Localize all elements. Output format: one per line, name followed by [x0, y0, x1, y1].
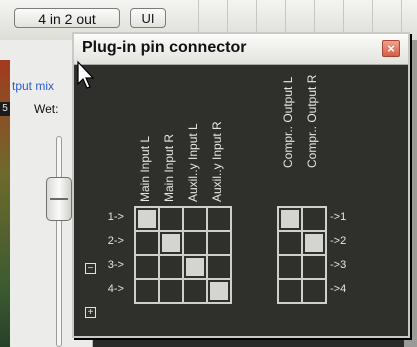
- col-label-output-r: Compr.. Output R: [305, 74, 319, 168]
- pin-cell-r1-c1[interactable]: [278, 207, 302, 231]
- pin-cell-r2-c1[interactable]: [135, 231, 159, 255]
- ui-toggle-button[interactable]: UI: [130, 8, 166, 28]
- pin-cell-r4-c1[interactable]: [278, 279, 302, 303]
- io-config-button[interactable]: 4 in 2 out: [14, 8, 120, 28]
- pin-cell-r2-c4[interactable]: [207, 231, 231, 255]
- pin-cell-r3-c1[interactable]: [135, 255, 159, 279]
- collapse-pins-button[interactable]: −: [85, 263, 96, 274]
- output-row-label-1: ->1: [330, 211, 347, 223]
- input-row-label-1: 1->: [107, 211, 124, 223]
- pin-cell-r3-c2[interactable]: [302, 255, 326, 279]
- pin-cell-r1-c3[interactable]: [183, 207, 207, 231]
- output-row-label-2: ->2: [330, 235, 347, 247]
- output-pin-matrix: [277, 206, 327, 304]
- pin-cell-r4-c3[interactable]: [183, 279, 207, 303]
- close-icon: ×: [387, 41, 395, 56]
- pin-cell-r3-c4[interactable]: [207, 255, 231, 279]
- mouse-cursor-icon: [77, 60, 95, 89]
- close-button[interactable]: ×: [382, 40, 400, 57]
- pin-cell-r3-c3[interactable]: [183, 255, 207, 279]
- dialog-titlebar[interactable]: Plug-in pin connector ×: [74, 34, 408, 65]
- pin-cell-r3-c2[interactable]: [159, 255, 183, 279]
- wet-fader-track[interactable]: [56, 136, 62, 347]
- col-label-main-input-l: Main Input L: [138, 135, 152, 202]
- minus-icon: −: [87, 263, 94, 274]
- col-label-main-input-r: Main Input R: [162, 133, 176, 202]
- pin-cell-r2-c1[interactable]: [278, 231, 302, 255]
- input-row-label-2: 2->: [107, 235, 124, 247]
- input-pin-matrix: [134, 206, 232, 304]
- pin-cell-r1-c4[interactable]: [207, 207, 231, 231]
- input-row-label-3: 3->: [107, 259, 124, 271]
- col-label-aux-input-l: Auxil..y Input L: [186, 123, 200, 202]
- output-row-label-3: ->3: [330, 259, 347, 271]
- pin-cell-r1-c2[interactable]: [159, 207, 183, 231]
- wet-fader-knob[interactable]: [46, 177, 72, 221]
- pin-cell-r1-c1[interactable]: [135, 207, 159, 231]
- pin-cell-r2-c3[interactable]: [183, 231, 207, 255]
- pin-connector-dialog: Plug-in pin connector × Main Input L Mai…: [72, 32, 410, 338]
- dialog-title: Plug-in pin connector: [82, 39, 247, 56]
- expand-pins-button[interactable]: +: [85, 307, 96, 318]
- pin-cell-r4-c4[interactable]: [207, 279, 231, 303]
- pin-cell-r4-c2[interactable]: [302, 279, 326, 303]
- output-row-label-4: ->4: [330, 283, 347, 295]
- pin-cell-r4-c2[interactable]: [159, 279, 183, 303]
- input-row-label-4: 4->: [107, 283, 124, 295]
- col-label-output-l: Compr.. Output L: [281, 76, 295, 168]
- col-label-aux-input-r: Auxil..y Input R: [210, 121, 224, 202]
- output-mix-label: tput mix: [12, 79, 55, 93]
- pin-cell-r4-c1[interactable]: [135, 279, 159, 303]
- meter-value: 5: [0, 102, 10, 116]
- wet-label: Wet:: [34, 102, 59, 116]
- pin-cell-r2-c2[interactable]: [302, 231, 326, 255]
- plus-icon: +: [87, 307, 94, 318]
- pin-cell-r3-c1[interactable]: [278, 255, 302, 279]
- pin-cell-r2-c2[interactable]: [159, 231, 183, 255]
- pin-cell-r1-c2[interactable]: [302, 207, 326, 231]
